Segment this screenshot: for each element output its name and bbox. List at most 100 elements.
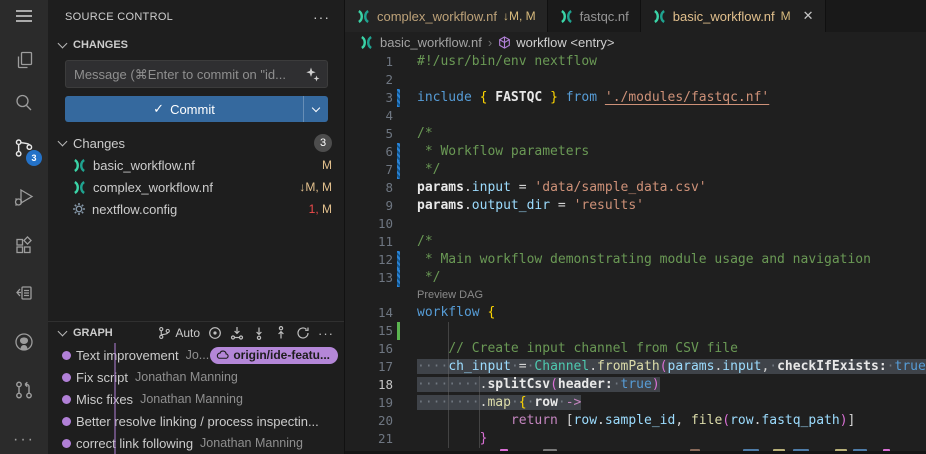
check-icon: ✓: [153, 101, 164, 117]
tab-fastqc.nf[interactable]: fastqc.nf: [548, 0, 641, 32]
codelens-preview-dag[interactable]: Preview DAG: [345, 287, 926, 304]
code-line-4[interactable]: 4: [345, 107, 926, 125]
code-line-15[interactable]: 15: [345, 322, 926, 340]
code-line-1[interactable]: 1#!/usr/bin/env nextflow: [345, 53, 926, 71]
editor-group: complex_workflow.nf↓M, Mfastqc.nfbasic_w…: [345, 0, 926, 454]
file-row-complex_workflow.nf[interactable]: complex_workflow.nf↓M, M: [48, 176, 344, 198]
file-row-nextflow.config[interactable]: nextflow.config1, M: [48, 198, 344, 220]
sparkle-icon[interactable]: [305, 66, 321, 82]
panel-more-icon[interactable]: ···: [313, 9, 330, 25]
graph-title: GRAPH: [73, 327, 113, 339]
source-control-icon[interactable]: 3: [0, 128, 48, 168]
breadcrumb-separator: ›: [488, 35, 492, 50]
code-line-8[interactable]: 8params.input = 'data/sample_data.csv': [345, 179, 926, 197]
fetch-icon[interactable]: [230, 326, 244, 340]
extensions-icon[interactable]: [0, 226, 48, 266]
code-line-6[interactable]: 6 * Workflow parameters: [345, 143, 926, 161]
breadcrumb[interactable]: basic_workflow.nf › workflow <entry>: [345, 32, 926, 53]
line-number: 16: [345, 340, 393, 358]
breadcrumb-symbol[interactable]: workflow <entry>: [498, 35, 614, 50]
pull-request-icon[interactable]: [0, 370, 48, 410]
git-gutter-mod: [393, 89, 403, 107]
tab-complex_workflow.nf[interactable]: complex_workflow.nf↓M, M: [345, 0, 548, 32]
commit-message: Fix script: [76, 370, 128, 385]
commit-row[interactable]: correct link followingJonathan Manning: [48, 432, 344, 454]
line-number: 12: [345, 251, 393, 269]
vscode-window: { "colors": { "accent_blue": "#35699e", …: [0, 0, 926, 454]
code-line-21[interactable]: 21 }: [345, 430, 926, 448]
changes-section-label: CHANGES: [73, 39, 128, 51]
code-line-11[interactable]: 11/*: [345, 233, 926, 251]
references-icon[interactable]: [0, 273, 48, 313]
line-number: 17: [345, 358, 393, 376]
pull-icon[interactable]: [252, 326, 266, 340]
menu-icon[interactable]: [0, 0, 48, 32]
gutter: [393, 215, 403, 233]
more-actions-icon[interactable]: ···: [0, 420, 48, 454]
code-line-14[interactable]: 14workflow {: [345, 304, 926, 322]
target-icon[interactable]: [208, 326, 222, 340]
refresh-icon[interactable]: [296, 326, 310, 340]
git-gutter-mod: [393, 161, 403, 179]
code-line-9[interactable]: 9params.output_dir = 'results': [345, 197, 926, 215]
changes-count-badge: 3: [314, 134, 332, 152]
run-debug-icon[interactable]: [0, 177, 48, 217]
search-icon[interactable]: [0, 83, 48, 123]
changes-section-header[interactable]: CHANGES: [48, 34, 344, 56]
code-line-18[interactable]: 18········.splitCsv(header:·true): [345, 376, 926, 394]
commit-row[interactable]: Text improvementJo...origin/ide-featu...: [48, 344, 344, 366]
code-line-17[interactable]: 17····ch_input·=·Channel.fromPath(params…: [345, 358, 926, 376]
file-name: complex_workflow.nf: [93, 180, 213, 195]
graph-auto-toggle[interactable]: Auto: [158, 326, 200, 340]
code-line-2[interactable]: 2: [345, 71, 926, 89]
indent-guide: [479, 376, 480, 448]
commit-message: Misc fixes: [76, 392, 133, 407]
file-row-basic_workflow.nf[interactable]: basic_workflow.nfM: [48, 154, 344, 176]
symbol-cube-icon: [498, 36, 511, 49]
code-line-16[interactable]: 16 // Create input channel from CSV file: [345, 340, 926, 358]
push-icon[interactable]: [274, 326, 288, 340]
code-line-20[interactable]: 20 return [row.sample_id, file(row.fastq…: [345, 412, 926, 430]
line-number: 5: [345, 125, 393, 143]
code-line-12[interactable]: 12 * Main workflow demonstrating module …: [345, 251, 926, 269]
breadcrumb-file[interactable]: basic_workflow.nf: [380, 35, 482, 50]
code-line-13[interactable]: 13 */: [345, 269, 926, 287]
commit-list: Text improvementJo...origin/ide-featu...…: [48, 344, 344, 454]
commit-message-box: [65, 60, 328, 88]
commit-row[interactable]: Fix scriptJonathan Manning: [48, 366, 344, 388]
commit-row[interactable]: Misc fixesJonathan Manning: [48, 388, 344, 410]
panel-title: SOURCE CONTROL: [65, 11, 173, 23]
scm-badge: 3: [26, 150, 42, 166]
gutter: [393, 107, 403, 125]
code-line-10[interactable]: 10: [345, 215, 926, 233]
gear-icon: [72, 202, 86, 216]
line-number: 21: [345, 430, 393, 448]
line-number: 6: [345, 143, 393, 161]
branch-ref-badge[interactable]: origin/ide-featu...: [210, 347, 338, 364]
nextflow-icon: [559, 9, 574, 24]
tab-basic_workflow.nf[interactable]: basic_workflow.nfM✕: [641, 0, 826, 32]
github-icon[interactable]: [0, 322, 48, 362]
graph-header[interactable]: GRAPH Auto ···: [48, 322, 344, 344]
code-editor[interactable]: 1#!/usr/bin/env nextflow23include { FAST…: [345, 53, 926, 454]
tab-label: basic_workflow.nf: [673, 9, 775, 24]
code-line-7[interactable]: 7 */: [345, 161, 926, 179]
nextflow-icon: [72, 180, 87, 195]
nextflow-icon: [356, 9, 371, 24]
code-line-3[interactable]: 3include { FASTQC } from './modules/fast…: [345, 89, 926, 107]
commit-dot: [62, 417, 71, 426]
line-number: 13: [345, 269, 393, 287]
commit-message-input[interactable]: [74, 67, 305, 82]
commit-button[interactable]: ✓ Commit: [65, 96, 328, 122]
commit-author: Jo...: [186, 348, 210, 362]
line-number: 15: [345, 322, 393, 340]
graph-more-icon[interactable]: ···: [318, 326, 334, 341]
commit-row[interactable]: Better resolve linking / process inspect…: [48, 410, 344, 432]
code-line-5[interactable]: 5/*: [345, 125, 926, 143]
close-icon[interactable]: ✕: [803, 8, 814, 24]
code-line-19[interactable]: 19········.map·{·row·->: [345, 394, 926, 412]
file-name: basic_workflow.nf: [93, 158, 195, 173]
commit-dropdown-button[interactable]: [303, 96, 328, 122]
changes-tree-header[interactable]: Changes 3: [48, 132, 344, 154]
explorer-icon[interactable]: [0, 40, 48, 80]
